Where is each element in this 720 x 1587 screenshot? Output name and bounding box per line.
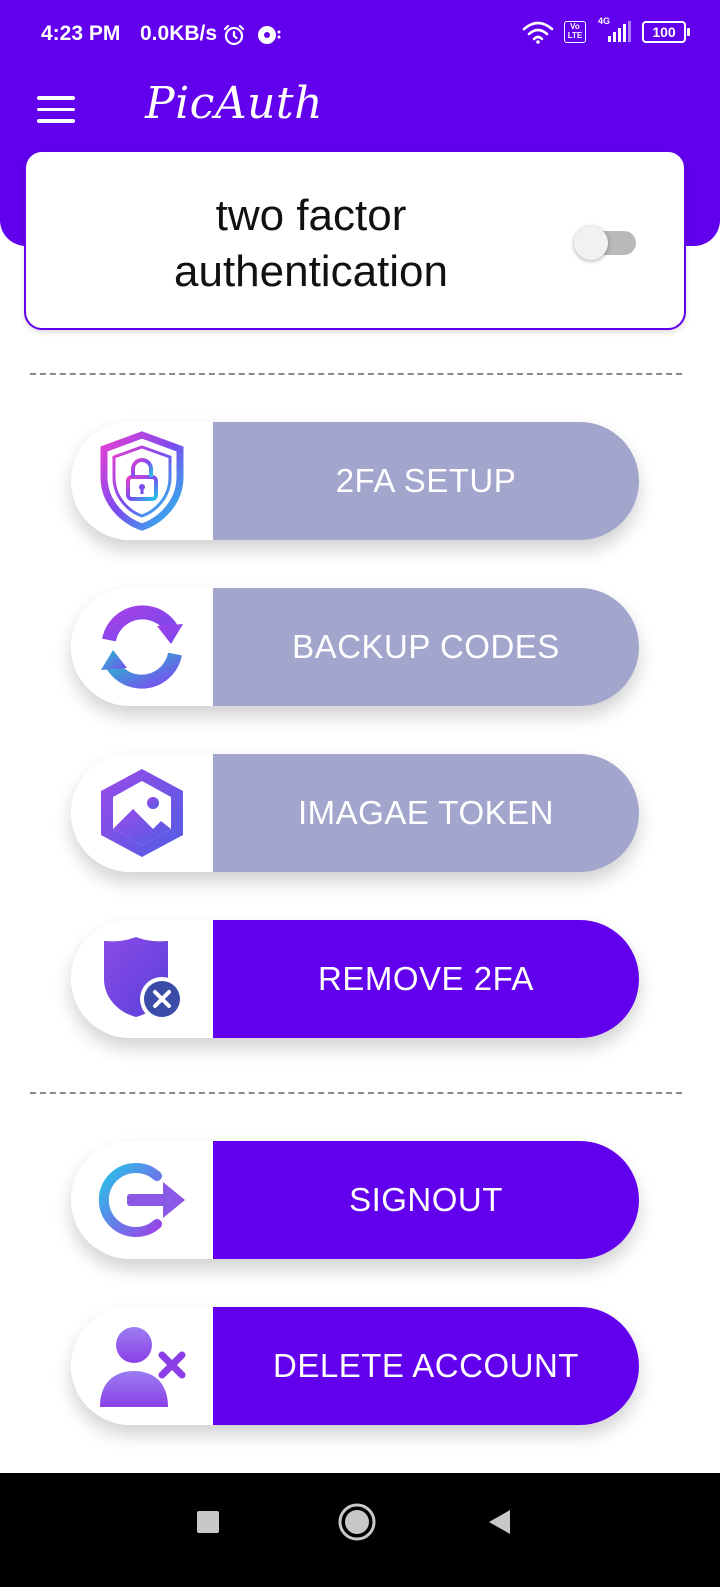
image-token-icon: [71, 754, 213, 872]
app-title: PicAuth: [145, 78, 323, 129]
divider-top: [30, 373, 682, 375]
delete-account-label: DELETE ACCOUNT: [213, 1307, 639, 1425]
refresh-icon: [71, 588, 213, 706]
signout-label: SIGNOUT: [213, 1141, 639, 1259]
status-time: 4:23 PM: [41, 22, 121, 45]
two-fa-setup-label: 2FA SETUP: [213, 422, 639, 540]
status-net-speed: 0.0KB/s: [140, 22, 218, 45]
alarm-icon: [223, 24, 245, 46]
status-bar: 4:23 PM 0.0KB/s Vo LTE 4G 100: [0, 0, 720, 70]
volte-icon: Vo LTE: [564, 21, 586, 43]
remove-two-fa-label: REMOVE 2FA: [213, 920, 639, 1038]
system-nav-bar: [0, 1473, 720, 1587]
image-token-label: IMAGAE TOKEN: [213, 754, 639, 872]
wifi-icon: [522, 21, 554, 44]
two-factor-label: two factor authentication: [174, 191, 448, 296]
remove-two-fa-button[interactable]: REMOVE 2FA: [71, 920, 639, 1038]
battery-icon: 100: [642, 21, 690, 43]
delete-account-button[interactable]: DELETE ACCOUNT: [71, 1307, 639, 1425]
two-fa-setup-button[interactable]: 2FA SETUP: [71, 422, 639, 540]
status-right-icons: Vo LTE 4G 100: [522, 16, 690, 44]
delete-user-icon: [71, 1307, 213, 1425]
divider-bottom: [30, 1092, 682, 1094]
home-circle-icon[interactable]: [337, 1502, 377, 1542]
toggle-thumb: [574, 226, 608, 260]
two-factor-card: two factor authentication: [24, 150, 686, 330]
image-token-button[interactable]: IMAGAE TOKEN: [71, 754, 639, 872]
shield-lock-icon: [71, 422, 213, 540]
page: 4:23 PM 0.0KB/s Vo LTE 4G 100 PicAuth tw…: [0, 0, 720, 1587]
signout-icon: [71, 1141, 213, 1259]
backup-codes-label: BACKUP CODES: [213, 588, 639, 706]
recents-square-icon[interactable]: [196, 1510, 220, 1534]
sync-status-icon: [258, 26, 281, 44]
backup-codes-button[interactable]: BACKUP CODES: [71, 588, 639, 706]
back-triangle-icon[interactable]: [486, 1508, 514, 1536]
hamburger-menu-icon[interactable]: [37, 96, 75, 124]
shield-remove-icon: [71, 920, 213, 1038]
signal-icon: 4G: [596, 16, 632, 44]
signout-button[interactable]: SIGNOUT: [71, 1141, 639, 1259]
two-factor-toggle[interactable]: [574, 226, 636, 260]
